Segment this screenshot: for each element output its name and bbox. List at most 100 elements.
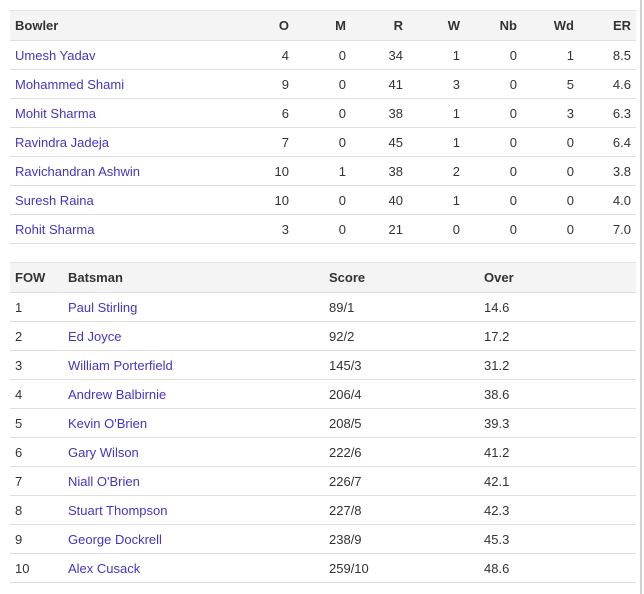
batsman-link[interactable]: George Dockrell: [68, 532, 162, 547]
batsman-link[interactable]: Niall O'Brien: [68, 474, 140, 489]
batsman-cell: Gary Wilson: [63, 437, 324, 467]
table-row: 7 Niall O'Brien 226/7 42.1: [10, 466, 636, 496]
stat-cell: 1: [408, 127, 465, 157]
table-row: Rohit Sharma 3 0 21 0 0 0 7.0: [10, 214, 636, 244]
batsman-cell: Stuart Thompson: [63, 495, 324, 525]
fall-of-wickets-table: FOW Batsman Score Over 1 Paul Stirling 89/1 14…: [10, 262, 636, 583]
fow-cell: 208/5: [324, 408, 479, 438]
table-row: 1 Paul Stirling 89/1 14.6: [10, 292, 636, 322]
batsman-cell: George Dockrell: [63, 524, 324, 554]
fow-cell: 5: [10, 408, 63, 438]
batsman-link[interactable]: Kevin O'Brien: [68, 416, 147, 431]
column-header: M: [294, 10, 351, 41]
stat-cell: 6.3: [579, 98, 636, 128]
fow-cell: 92/2: [324, 321, 479, 351]
stat-cell: 1: [522, 40, 579, 70]
stat-cell: 3.8: [579, 156, 636, 186]
batsman-link[interactable]: Stuart Thompson: [68, 503, 167, 518]
fow-cell: 3: [10, 350, 63, 380]
batsman-cell: Alex Cusack: [63, 553, 324, 583]
table-row: 5 Kevin O'Brien 208/5 39.3: [10, 408, 636, 438]
bowler-link[interactable]: Umesh Yadav: [15, 48, 95, 63]
stat-cell: 0: [465, 214, 522, 244]
column-header: Bowler: [10, 10, 250, 41]
fow-cell: 226/7: [324, 466, 479, 496]
stat-cell: 0: [465, 127, 522, 157]
fow-cell: 10: [10, 553, 63, 583]
table-row: Mohammed Shami 9 0 41 3 0 5 4.6: [10, 69, 636, 99]
column-header: R: [351, 10, 408, 41]
stat-cell: 10: [250, 156, 294, 186]
stat-cell: 1: [408, 40, 465, 70]
fow-cell: 39.3: [479, 408, 636, 438]
stat-cell: 4: [250, 40, 294, 70]
bowler-link[interactable]: Ravindra Jadeja: [15, 135, 109, 150]
batsman-cell: William Porterfield: [63, 350, 324, 380]
table-row: 3 William Porterfield 145/3 31.2: [10, 350, 636, 380]
column-header: Over: [479, 262, 636, 293]
table-row: Ravindra Jadeja 7 0 45 1 0 0 6.4: [10, 127, 636, 157]
stat-cell: 0: [294, 69, 351, 99]
batsman-cell: Paul Stirling: [63, 292, 324, 322]
column-header: Nb: [465, 10, 522, 41]
fow-cell: 42.3: [479, 495, 636, 525]
table-row: 8 Stuart Thompson 227/8 42.3: [10, 495, 636, 525]
batsman-link[interactable]: Paul Stirling: [68, 300, 137, 315]
table-row: 6 Gary Wilson 222/6 41.2: [10, 437, 636, 467]
fow-cell: 17.2: [479, 321, 636, 351]
table-row: 2 Ed Joyce 92/2 17.2: [10, 321, 636, 351]
bowler-link[interactable]: Mohit Sharma: [15, 106, 96, 121]
table-row: 9 George Dockrell 238/9 45.3: [10, 524, 636, 554]
fow-cell: 4: [10, 379, 63, 409]
fow-cell: 1: [10, 292, 63, 322]
stat-cell: 0: [294, 214, 351, 244]
window-border: [640, 0, 642, 594]
stat-cell: 0: [465, 40, 522, 70]
stat-cell: 45: [351, 127, 408, 157]
batsman-link[interactable]: Gary Wilson: [68, 445, 139, 460]
fow-cell: 48.6: [479, 553, 636, 583]
table-row: Mohit Sharma 6 0 38 1 0 3 6.3: [10, 98, 636, 128]
bowler-link[interactable]: Mohammed Shami: [15, 77, 124, 92]
stat-cell: 0: [465, 98, 522, 128]
fow-cell: 7: [10, 466, 63, 496]
batsman-cell: Andrew Balbirnie: [63, 379, 324, 409]
bowler-link[interactable]: Rohit Sharma: [15, 222, 94, 237]
batsman-link[interactable]: Ed Joyce: [68, 329, 121, 344]
stat-cell: 40: [351, 185, 408, 215]
fow-cell: 222/6: [324, 437, 479, 467]
stat-cell: 0: [294, 40, 351, 70]
bowling-table: Bowler O M R W Nb Wd ER Umesh Yadav 4 0 34 1 0 1 8.5 Mo…: [10, 10, 636, 244]
fow-cell: 259/10: [324, 553, 479, 583]
batsman-link[interactable]: Andrew Balbirnie: [68, 387, 166, 402]
stat-cell: 4.6: [579, 69, 636, 99]
bowler-link[interactable]: Suresh Raina: [15, 193, 94, 208]
stat-cell: 0: [522, 127, 579, 157]
stat-cell: 21: [351, 214, 408, 244]
stat-cell: 0: [465, 156, 522, 186]
stat-cell: 1: [294, 156, 351, 186]
bowler-cell: Mohammed Shami: [10, 69, 250, 99]
fow-cell: 227/8: [324, 495, 479, 525]
stat-cell: 6: [250, 98, 294, 128]
column-header: Score: [324, 262, 479, 293]
bowler-link[interactable]: Ravichandran Ashwin: [15, 164, 140, 179]
stat-cell: 7.0: [579, 214, 636, 244]
stat-cell: 1: [408, 98, 465, 128]
stat-cell: 0: [465, 69, 522, 99]
table-row: Ravichandran Ashwin 10 1 38 2 0 0 3.8: [10, 156, 636, 186]
stat-cell: 3: [522, 98, 579, 128]
bowler-cell: Ravichandran Ashwin: [10, 156, 250, 186]
stat-cell: 0: [294, 127, 351, 157]
stat-cell: 0: [294, 185, 351, 215]
fow-cell: 45.3: [479, 524, 636, 554]
batsman-link[interactable]: William Porterfield: [68, 358, 173, 373]
fow-cell: 2: [10, 321, 63, 351]
fow-cell: 14.6: [479, 292, 636, 322]
stat-cell: 0: [522, 156, 579, 186]
stat-cell: 4.0: [579, 185, 636, 215]
fow-cell: 89/1: [324, 292, 479, 322]
fow-cell: 206/4: [324, 379, 479, 409]
fow-cell: 31.2: [479, 350, 636, 380]
batsman-link[interactable]: Alex Cusack: [68, 561, 140, 576]
